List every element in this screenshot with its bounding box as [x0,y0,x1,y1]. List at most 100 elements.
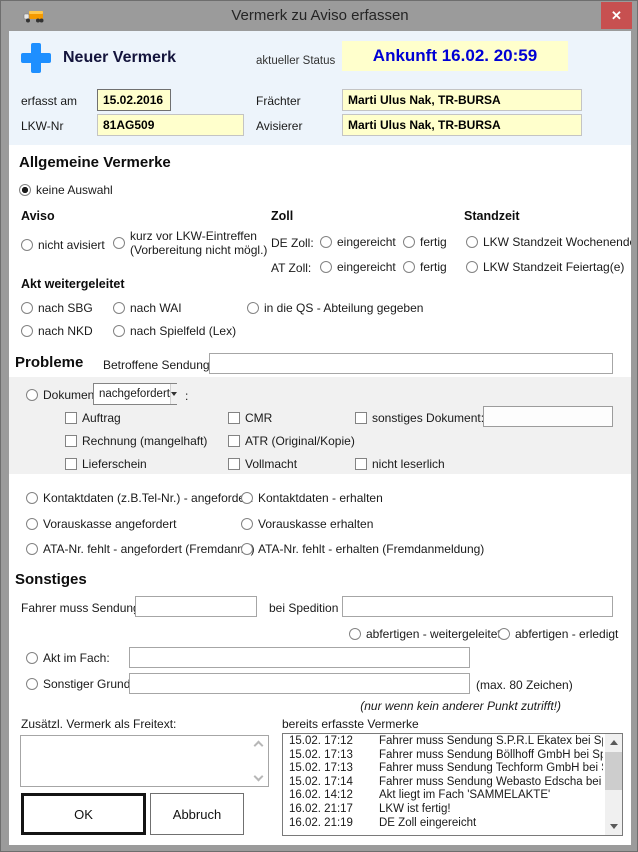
radio-label[interactable]: ATA-Nr. fehlt - erhalten (Fremdanmeldung… [258,542,484,556]
radio-label[interactable]: Akt im Fach: [43,651,110,665]
radio-icon[interactable] [320,261,332,273]
radio-abfertigen-weitergeleitet[interactable]: abfertigen - weitergeleitet [349,627,501,641]
checkbox-label[interactable]: sonstiges Dokument: [372,411,484,425]
radio-label[interactable]: Vorauskasse angefordert [43,517,176,531]
radio-icon[interactable] [21,239,33,251]
radio-at-zoll-eingereicht[interactable]: eingereicht [320,260,396,274]
radio-icon[interactable] [498,628,510,640]
radio-label[interactable]: fertig [420,235,447,249]
checkbox-label[interactable]: CMR [245,411,272,425]
spedition-input[interactable] [342,596,613,617]
radio-icon[interactable] [26,518,38,530]
radio-icon[interactable] [247,302,259,314]
list-item[interactable]: 15.02. 17:14 Fahrer muss Sendung Webasto… [283,776,605,790]
radio-label[interactable]: nach Spielfeld (Lex) [130,324,236,338]
radio-label[interactable]: in die QS - Abteilung gegeben [264,301,423,315]
radio-icon[interactable] [320,236,332,248]
radio-icon[interactable] [26,678,38,690]
radio-icon[interactable] [113,237,125,249]
checkbox-label[interactable]: Rechnung (mangelhaft) [82,434,207,448]
radio-standzeit-feiertag[interactable]: LKW Standzeit Feiertag(e) [466,260,624,274]
checkbox-icon[interactable] [355,412,367,424]
checkbox-icon[interactable] [65,458,77,470]
checkbox-label[interactable]: Lieferschein [82,457,147,471]
radio-label[interactable]: Sonstiger Grund: [43,677,134,691]
radio-label[interactable]: LKW Standzeit Wochenende [483,235,631,249]
scroll-up-button[interactable] [605,734,622,751]
betroffene-sendungen-input[interactable] [209,353,613,374]
checkbox-atr[interactable]: ATR (Original/Kopie) [228,434,355,448]
radio-ata-erhalten[interactable]: ATA-Nr. fehlt - erhalten (Fremdanmeldung… [241,542,484,556]
checkbox-sonstiges-dokument[interactable]: sonstiges Dokument: [355,411,484,425]
akt-im-fach-input[interactable] [129,647,470,668]
list-scrollbar[interactable] [605,734,622,835]
radio-nach-nkd[interactable]: nach NKD [21,324,93,338]
lkw-nr-field[interactable]: 81AG509 [97,114,244,136]
radio-keine-auswahl[interactable]: keine Auswahl [19,183,113,197]
sonstiger-grund-input[interactable] [129,673,470,694]
radio-label[interactable]: nach NKD [38,324,93,338]
list-item[interactable]: 16.02. 21:19 DE Zoll eingereicht [283,817,605,831]
radio-icon[interactable] [26,492,38,504]
radio-icon[interactable] [349,628,361,640]
radio-abfertigen-erledigt[interactable]: abfertigen - erledigt [498,627,618,641]
sonstiges-dokument-input[interactable] [483,406,613,427]
radio-label[interactable]: abfertigen - weitergeleitet [366,627,501,641]
radio-nach-sbg[interactable]: nach SBG [21,301,93,315]
chevron-down-icon[interactable] [170,384,177,404]
ok-button[interactable]: OK [21,793,146,835]
radio-label[interactable]: abfertigen - erledigt [515,627,618,641]
radio-icon[interactable] [113,325,125,337]
radio-kontaktdaten-erhalten[interactable]: Kontaktdaten - erhalten [241,491,383,505]
radio-sonstiger-grund[interactable]: Sonstiger Grund: [26,677,134,691]
radio-icon[interactable] [241,543,253,555]
list-item[interactable]: 15.02. 17:13 Fahrer muss Sendung Techfor… [283,762,605,776]
radio-ata-angefordert[interactable]: ATA-Nr. fehlt - angefordert (Fremdanm.) [26,542,255,556]
radio-icon[interactable] [403,261,415,273]
checkbox-rechnung[interactable]: Rechnung (mangelhaft) [65,434,207,448]
chevron-up-icon[interactable] [254,741,264,751]
dokumente-mode-select[interactable]: nachgefordert [93,383,177,405]
radio-label[interactable]: keine Auswahl [36,183,113,197]
list-item[interactable]: 16.02. 21:17 LKW ist fertig! [283,803,605,817]
fahrer-sendung-input[interactable] [135,596,257,617]
radio-label[interactable]: ATA-Nr. fehlt - angefordert (Fremdanm.) [43,542,255,556]
radio-vorauskasse-angefordert[interactable]: Vorauskasse angefordert [26,517,176,531]
list-item[interactable]: 16.02. 14:12 Akt liegt im Fach 'SAMMELAK… [283,789,605,803]
radio-label[interactable]: nach SBG [38,301,93,315]
abbruch-button[interactable]: Abbruch [150,793,244,835]
checkbox-label[interactable]: Auftrag [82,411,121,425]
radio-label[interactable]: Kontaktdaten (z.B.Tel-Nr.) - angefordert [43,491,252,505]
radio-icon[interactable] [241,518,253,530]
radio-label[interactable]: kurz vor LKW-Eintreffen (Vorbereitung ni… [130,229,267,257]
radio-icon[interactable] [26,652,38,664]
checkbox-label[interactable]: nicht leserlich [372,457,445,471]
radio-icon[interactable] [403,236,415,248]
radio-de-zoll-eingereicht[interactable]: eingereicht [320,235,396,249]
checkbox-lieferschein[interactable]: Lieferschein [65,457,147,471]
radio-label[interactable]: eingereicht [337,235,396,249]
textarea-scrollbar[interactable] [251,737,267,785]
radio-akt-im-fach[interactable]: Akt im Fach: [26,651,110,665]
radio-kurz-vor-eintreffen[interactable]: kurz vor LKW-Eintreffen (Vorbereitung ni… [113,229,267,257]
radio-icon[interactable] [466,236,478,248]
radio-at-zoll-fertig[interactable]: fertig [403,260,447,274]
erfasst-am-field[interactable]: 15.02.2016 [97,89,171,111]
radio-label[interactable]: eingereicht [337,260,396,274]
list-item[interactable]: 15.02. 17:12 Fahrer muss Sendung S.P.R.L… [283,735,605,749]
checkbox-icon[interactable] [228,412,240,424]
radio-vorauskasse-erhalten[interactable]: Vorauskasse erhalten [241,517,373,531]
radio-label[interactable]: fertig [420,260,447,274]
checkbox-label[interactable]: Vollmacht [245,457,297,471]
radio-icon[interactable] [21,302,33,314]
radio-icon[interactable] [241,492,253,504]
checkbox-icon[interactable] [228,458,240,470]
radio-qs-abteilung[interactable]: in die QS - Abteilung gegeben [247,301,423,315]
checkbox-cmr[interactable]: CMR [228,411,272,425]
checkbox-icon[interactable] [65,435,77,447]
radio-label[interactable]: nicht avisiert [38,238,105,252]
radio-icon[interactable] [21,325,33,337]
vermerke-list[interactable]: 15.02. 17:12 Fahrer muss Sendung S.P.R.L… [282,733,623,836]
checkbox-icon[interactable] [228,435,240,447]
checkbox-nicht-leserlich[interactable]: nicht leserlich [355,457,445,471]
